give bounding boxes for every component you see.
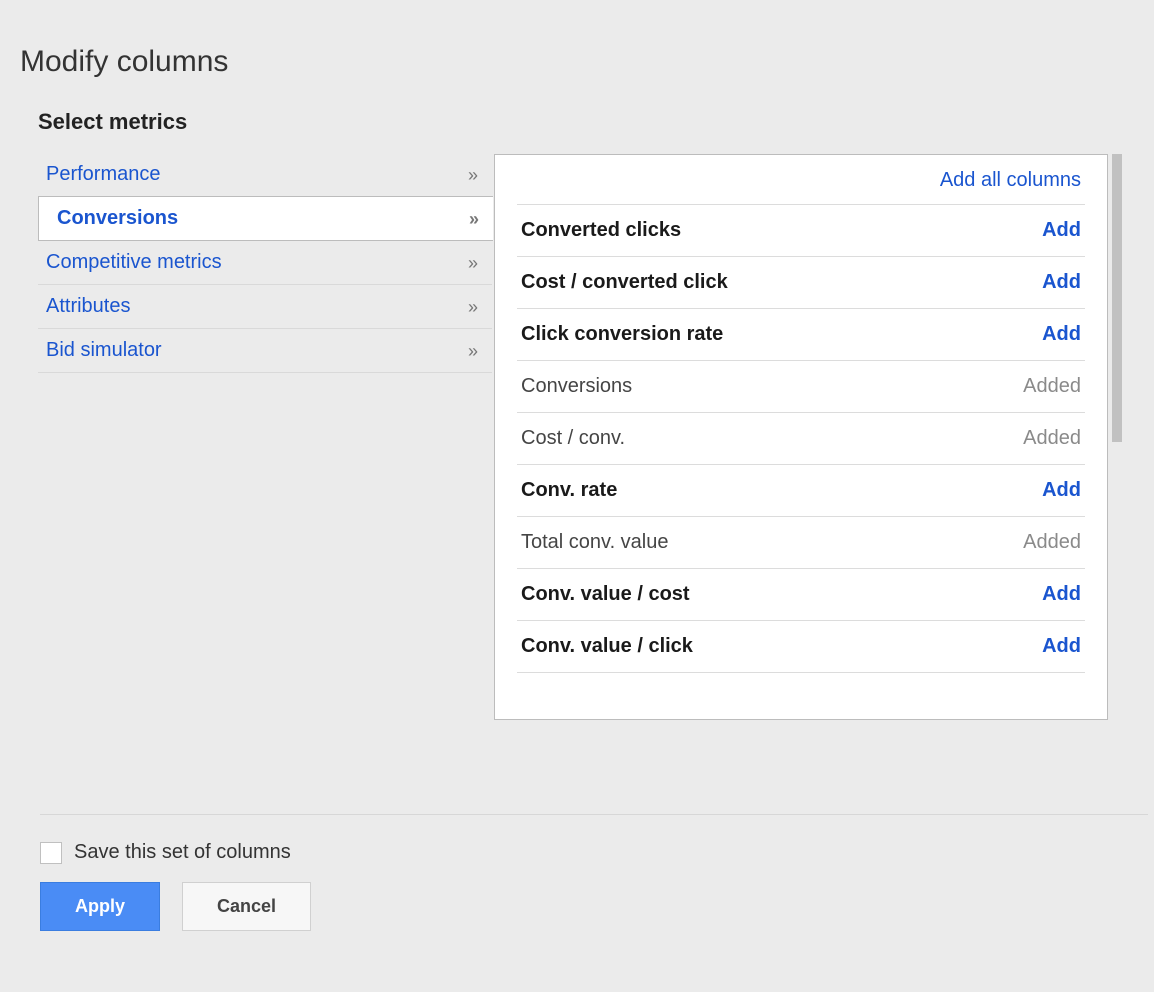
- category-label: Bid simulator: [42, 339, 162, 362]
- metric-label: Conv. value / cost: [521, 583, 690, 606]
- metric-label: Cost / converted click: [521, 271, 728, 294]
- footer-area: Save this set of columns Apply Cancel: [40, 814, 1134, 931]
- metrics-panel: Add all columns Converted clicks Add Cos…: [494, 154, 1108, 720]
- divider: [40, 814, 1148, 815]
- metric-label: Conv. rate: [521, 479, 617, 502]
- category-list: Performance » Conversions » Competitive …: [38, 153, 492, 373]
- chevron-right-icon: »: [468, 298, 474, 316]
- columns-layout: Performance » Conversions » Competitive …: [38, 153, 1134, 720]
- add-all-columns-row: Add all columns: [517, 155, 1085, 204]
- metric-added-badge: Added: [1023, 427, 1081, 450]
- add-all-columns-link[interactable]: Add all columns: [940, 169, 1081, 191]
- metric-add-button[interactable]: Add: [1042, 583, 1081, 606]
- section-title: Select metrics: [38, 109, 1134, 135]
- metric-row-cost-converted-click: Cost / converted click Add: [517, 256, 1085, 308]
- save-columns-checkbox[interactable]: [40, 842, 62, 864]
- metric-add-button[interactable]: Add: [1042, 323, 1081, 346]
- metric-label: Total conv. value: [521, 531, 669, 554]
- category-label: Conversions: [53, 207, 178, 230]
- category-competitive-metrics[interactable]: Competitive metrics »: [38, 241, 492, 285]
- metric-row-conv-value-cost: Conv. value / cost Add: [517, 568, 1085, 620]
- chevron-right-icon: »: [468, 254, 474, 272]
- metric-label: Conversions: [521, 375, 632, 398]
- save-columns-row: Save this set of columns: [40, 841, 1134, 864]
- save-columns-label: Save this set of columns: [74, 841, 291, 864]
- chevron-right-icon: »: [468, 166, 474, 184]
- metric-add-button[interactable]: Add: [1042, 271, 1081, 294]
- category-performance[interactable]: Performance »: [38, 153, 492, 197]
- metric-row-cost-conv: Cost / conv. Added: [517, 412, 1085, 464]
- metric-row-click-conversion-rate: Click conversion rate Add: [517, 308, 1085, 360]
- metric-label: Conv. value / click: [521, 635, 693, 658]
- metric-label: Cost / conv.: [521, 427, 625, 450]
- category-conversions[interactable]: Conversions »: [38, 196, 493, 241]
- metric-add-button[interactable]: Add: [1042, 635, 1081, 658]
- metric-add-button[interactable]: Add: [1042, 219, 1081, 242]
- chevron-right-icon: »: [469, 210, 475, 228]
- category-label: Attributes: [42, 295, 130, 318]
- metric-row-total-conv-value: Total conv. value Added: [517, 516, 1085, 568]
- metric-row-conv-rate: Conv. rate Add: [517, 464, 1085, 516]
- metric-add-button[interactable]: Add: [1042, 479, 1081, 502]
- metric-row-conversions: Conversions Added: [517, 360, 1085, 412]
- cancel-button[interactable]: Cancel: [182, 882, 311, 931]
- metrics-panel-wrap: Add all columns Converted clicks Add Cos…: [494, 153, 1108, 720]
- metric-added-badge: Added: [1023, 531, 1081, 554]
- metric-row-converted-clicks: Converted clicks Add: [517, 204, 1085, 256]
- modify-columns-panel: Modify columns Select metrics Performanc…: [0, 0, 1154, 951]
- chevron-right-icon: »: [468, 342, 474, 360]
- scrollbar-thumb[interactable]: [1112, 154, 1122, 442]
- metric-label: Click conversion rate: [521, 323, 723, 346]
- metric-added-badge: Added: [1023, 375, 1081, 398]
- category-label: Performance: [42, 163, 161, 186]
- category-label: Competitive metrics: [42, 251, 222, 274]
- category-attributes[interactable]: Attributes »: [38, 285, 492, 329]
- apply-button[interactable]: Apply: [40, 882, 160, 931]
- button-row: Apply Cancel: [40, 882, 1134, 931]
- metric-row-conv-value-click: Conv. value / click Add: [517, 620, 1085, 673]
- category-bid-simulator[interactable]: Bid simulator »: [38, 329, 492, 373]
- page-title: Modify columns: [20, 45, 1134, 79]
- metric-label: Converted clicks: [521, 219, 681, 242]
